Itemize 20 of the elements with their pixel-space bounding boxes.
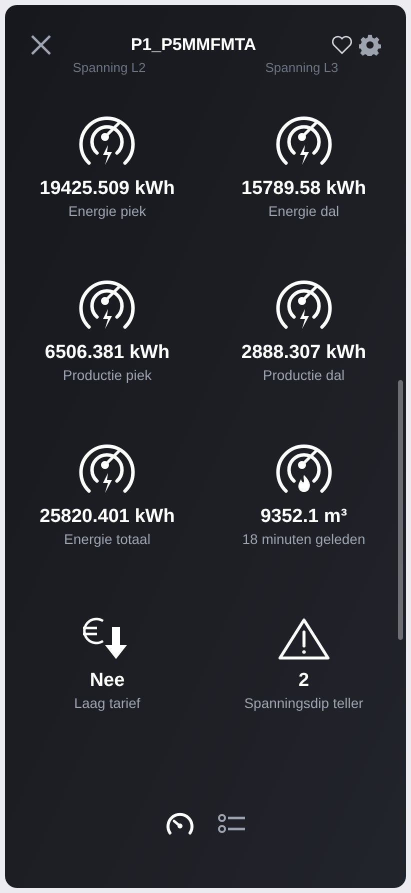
tile-value: Nee xyxy=(90,669,125,693)
tile-label: Productie dal xyxy=(262,366,345,385)
tile-label: Laag tarief xyxy=(74,694,140,713)
tile-value: 2 xyxy=(298,669,310,693)
tile-label: 18 minuten geleden xyxy=(242,530,366,549)
tile-label: Productie piek xyxy=(62,366,152,385)
warning-icon xyxy=(278,617,330,661)
tile-label: Energie dal xyxy=(268,202,340,221)
tile-label: Spanning L3 xyxy=(265,61,338,75)
tile-label: Energie totaal xyxy=(64,530,150,549)
tile-value: 9352.1 m³ xyxy=(260,505,348,529)
tile-value: 6506.381 kWh xyxy=(44,341,170,365)
tile-label: Energie piek xyxy=(68,202,146,221)
tile-value: 15789.58 kWh xyxy=(241,177,366,201)
dialog-title: P1_P5MMFMTA xyxy=(130,34,258,56)
tile-label: Spanning L2 xyxy=(72,61,146,75)
tile-value: 2888.307 kWh xyxy=(241,341,366,365)
tile-label: Spanningsdip teller xyxy=(244,694,364,713)
tile-value: 19425.509 kWh xyxy=(40,177,175,201)
tile-value: 25820.401 kWh xyxy=(40,505,175,529)
